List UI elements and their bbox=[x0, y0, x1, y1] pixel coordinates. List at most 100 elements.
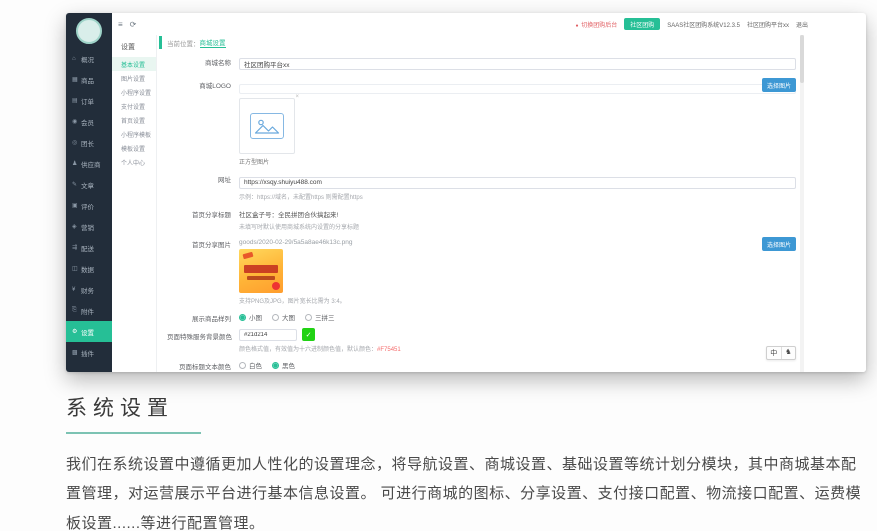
page-root: ⌂概况 ▦商品 ▤订单 ◉会员 ◎团长 ♟供应商 ✎文章 ▣评价 ◈营销 ⇶配送… bbox=[0, 0, 877, 531]
bg-color-hint: 颜色格式值，有效值为十六进制颜色值，默认颜色：#F75451 bbox=[239, 344, 796, 353]
sidebar-item-orders[interactable]: ▤订单 bbox=[66, 90, 112, 111]
admin-right-area: ≡ ⟳ ● 切换团购后台 社区团购 SAAS社区团购系统V12.3.5 社区团购… bbox=[112, 13, 866, 372]
avatar-wrap bbox=[66, 13, 112, 48]
radio-large-image[interactable]: 大图 bbox=[272, 312, 295, 322]
radio-label: 白色 bbox=[249, 360, 262, 370]
scrollbar-thumb[interactable] bbox=[800, 35, 804, 83]
field-area: 白色 黑色 标题颜色值，包括返回、刷新、标题、状态栏的颜色，仅支持 #FFF 和… bbox=[239, 358, 796, 372]
switch-backend-link[interactable]: ● 切换团购后台 bbox=[576, 20, 618, 29]
page-title: 系统设置 bbox=[66, 392, 866, 422]
submenu-item-miniprogram[interactable]: 小程序设置 bbox=[112, 85, 156, 99]
sidebar-item-attachments[interactable]: ⎘附件 bbox=[66, 300, 112, 321]
hint-text: 颜色格式值，有效值为十六进制颜色值，默认颜色： bbox=[239, 347, 377, 353]
mall-name-input[interactable] bbox=[239, 58, 796, 70]
sidebar-item-settings[interactable]: ⚙设置 bbox=[66, 321, 112, 342]
toolbar-right: ● 切换团购后台 社区团购 SAAS社区团购系统V12.3.5 社区团购平台xx… bbox=[576, 18, 808, 30]
form-row-share-title: 首页分享标题 社区盒子号：全民拼团合伙搞起来! 未填写时默认使用商城系统内设置的… bbox=[167, 206, 796, 231]
sidebar-item-suppliers[interactable]: ♟供应商 bbox=[66, 153, 112, 174]
leader-icon: ◎ bbox=[72, 139, 81, 146]
finance-icon: ¥ bbox=[72, 287, 81, 293]
ime-widget: 中 ♞ bbox=[766, 346, 796, 360]
radio-black[interactable]: 黑色 bbox=[272, 360, 295, 370]
sidebar-item-delivery[interactable]: ⇶配送 bbox=[66, 237, 112, 258]
sidebar-label: 营销 bbox=[81, 222, 94, 232]
share-title-value[interactable]: 社区盒子号：全民拼团合伙搞起来! bbox=[239, 206, 796, 219]
submenu-item-profile[interactable]: 个人中心 bbox=[112, 155, 156, 169]
submenu-item-template[interactable]: 模板设置 bbox=[112, 141, 156, 155]
order-icon: ▤ bbox=[72, 97, 81, 104]
sidebar-item-articles[interactable]: ✎文章 bbox=[66, 174, 112, 195]
hamburger-icon[interactable]: ≡ bbox=[118, 20, 123, 29]
site-url-input[interactable] bbox=[239, 177, 796, 189]
submenu-item-images[interactable]: 图片设置 bbox=[112, 71, 156, 85]
submenu-title: 设置 bbox=[112, 38, 156, 57]
attachment-icon: ⎘ bbox=[72, 307, 81, 314]
edition-badge: 社区团购 bbox=[624, 18, 660, 30]
goods-layout-radio-group: 小图 大图 三拼三 bbox=[239, 310, 796, 322]
breadcrumb: 当前位置： 商城设置 bbox=[159, 36, 810, 49]
field-area: 选择图片 × bbox=[239, 77, 796, 166]
admin-toolbar: ≡ ⟳ ● 切换团购后台 社区团购 SAAS社区团购系统V12.3.5 社区团购… bbox=[112, 13, 866, 35]
ime-logo-icon[interactable]: ♞ bbox=[781, 347, 795, 359]
sidebar-label: 评价 bbox=[81, 201, 94, 211]
submenu-item-mp-template[interactable]: 小程序模板 bbox=[112, 127, 156, 141]
radio-label: 黑色 bbox=[282, 360, 295, 370]
share-title-hint: 未填写时默认使用商城系统内设置的分享标题 bbox=[239, 222, 796, 231]
description-section: 系统设置 我们在系统设置中遵循更加人性化的设置理念，将导航设置、商城设置、基础设… bbox=[66, 392, 866, 531]
form-row-bg-color: 页面特殊服务背景颜色 ✓ 颜色格式值，有效值为十六进制颜色值，默认颜色：#F75… bbox=[167, 328, 796, 353]
breadcrumb-current[interactable]: 商城设置 bbox=[200, 37, 226, 48]
sidebar-label: 插件 bbox=[81, 348, 94, 358]
sidebar-item-finance[interactable]: ¥财务 bbox=[66, 279, 112, 300]
platform-name: 社区团购平台xx bbox=[747, 20, 789, 29]
field-label: 页面特殊服务背景颜色 bbox=[167, 328, 239, 353]
logout-link[interactable]: 退出 bbox=[796, 20, 808, 29]
mall-logo-input[interactable] bbox=[239, 84, 796, 94]
sidebar-item-marketing[interactable]: ◈营销 bbox=[66, 216, 112, 237]
sidebar-label: 数据 bbox=[81, 264, 94, 274]
refresh-icon[interactable]: ⟳ bbox=[130, 20, 137, 29]
sidebar-item-data[interactable]: ◫数据 bbox=[66, 258, 112, 279]
submenu-item-basic[interactable]: 基本设置 bbox=[112, 57, 156, 71]
form-row-share-image: 首页分享图片 goods/2020-02-29/5a5a8ae46k13c.pn… bbox=[167, 236, 796, 305]
field-label: 展示商品样列 bbox=[167, 310, 239, 323]
bg-color-input[interactable] bbox=[239, 329, 297, 341]
logo-upload-box[interactable]: × bbox=[239, 98, 295, 154]
sidebar-item-members[interactable]: ◉会员 bbox=[66, 111, 112, 132]
share-image-filename[interactable]: goods/2020-02-29/5a5a8ae46k13c.png bbox=[239, 236, 796, 246]
close-icon[interactable]: × bbox=[295, 94, 299, 100]
radio-small-image[interactable]: 小图 bbox=[239, 312, 262, 322]
radio-three-grid[interactable]: 三拼三 bbox=[305, 312, 335, 322]
color-swatch[interactable]: ✓ bbox=[302, 328, 315, 341]
thumb-decoration bbox=[243, 252, 254, 259]
radio-icon bbox=[239, 362, 246, 369]
sidebar-label: 配送 bbox=[81, 243, 94, 253]
admin-content: 设置 基本设置 图片设置 小程序设置 支付设置 首页设置 小程序模板 模板设置 … bbox=[112, 35, 866, 372]
breadcrumb-prefix: 当前位置： bbox=[167, 38, 200, 48]
form-row-mall-logo: 商城LOGO 选择图片 × bbox=[167, 77, 796, 166]
submenu-item-payment[interactable]: 支付设置 bbox=[112, 99, 156, 113]
main-sidebar: ⌂概况 ▦商品 ▤订单 ◉会员 ◎团长 ♟供应商 ✎文章 ▣评价 ◈营销 ⇶配送… bbox=[66, 13, 112, 372]
choose-share-image-button[interactable]: 选择图片 bbox=[762, 237, 796, 251]
sidebar-item-goods[interactable]: ▦商品 bbox=[66, 69, 112, 90]
field-label: 首页分享图片 bbox=[167, 236, 239, 305]
red-dot-icon: ● bbox=[576, 23, 579, 29]
ime-lang-toggle[interactable]: 中 bbox=[767, 347, 781, 359]
submenu-item-homepage[interactable]: 首页设置 bbox=[112, 113, 156, 127]
description-paragraph: 我们在系统设置中遵循更加人性化的设置理念，将导航设置、商城设置、基础设置等统计划… bbox=[66, 450, 866, 531]
sidebar-item-plugins[interactable]: ▩插件 bbox=[66, 342, 112, 363]
sidebar-label: 附件 bbox=[81, 306, 94, 316]
field-label: 首页分享标题 bbox=[167, 206, 239, 231]
sidebar-item-leaders[interactable]: ◎团长 bbox=[66, 132, 112, 153]
radio-label: 小图 bbox=[249, 312, 262, 322]
member-icon: ◉ bbox=[72, 118, 81, 125]
delivery-icon: ⇶ bbox=[72, 244, 81, 251]
sidebar-item-reviews[interactable]: ▣评价 bbox=[66, 195, 112, 216]
sidebar-item-overview[interactable]: ⌂概况 bbox=[66, 48, 112, 69]
radio-white[interactable]: 白色 bbox=[239, 360, 262, 370]
avatar[interactable] bbox=[76, 18, 102, 44]
sidebar-label: 供应商 bbox=[81, 159, 101, 169]
choose-logo-image-button[interactable]: 选择图片 bbox=[762, 78, 796, 92]
logo-caption: 正方型图片 bbox=[239, 157, 796, 166]
scrollbar[interactable] bbox=[800, 35, 804, 372]
form-row-title-color: 页面标题文本颜色 白色 黑色 标题颜色值，包括返回、刷新、标题、状态栏的颜色，仅… bbox=[167, 358, 796, 372]
